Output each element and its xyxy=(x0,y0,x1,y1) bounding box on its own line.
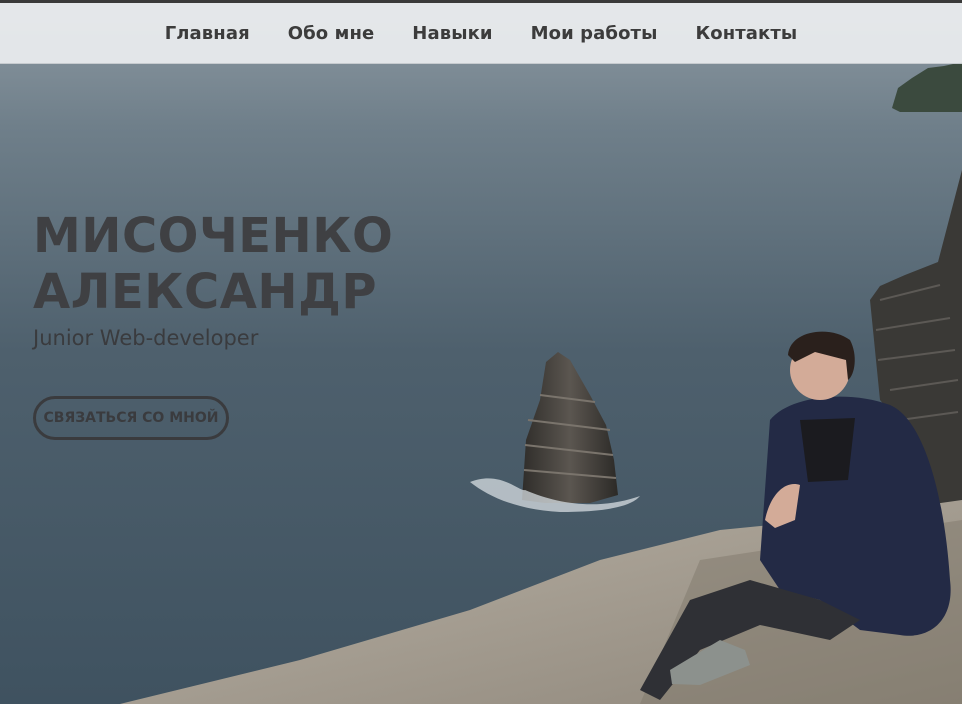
hero-text-block: МИСОЧЕНКО АЛЕКСАНДР Junior Web-developer xyxy=(33,208,393,350)
nav-link-skills[interactable]: Навыки xyxy=(412,23,492,44)
hero-role: Junior Web-developer xyxy=(33,326,259,350)
hero-section xyxy=(0,0,962,704)
nav-link-about[interactable]: Обо мне xyxy=(288,23,375,44)
hero-name-firstname: АЛЕКСАНДР xyxy=(33,264,378,320)
top-navigation-bar: Главная Обо мне Навыки Мои работы Контак… xyxy=(0,0,962,64)
contact-me-button[interactable]: СВЯЗАТЬСЯ СО МНОЙ xyxy=(33,396,229,440)
hero-name-surname: МИСОЧЕНКО xyxy=(33,208,394,264)
nav-link-home[interactable]: Главная xyxy=(165,23,250,44)
nav-link-works[interactable]: Мои работы xyxy=(531,23,658,44)
hero-name: МИСОЧЕНКО АЛЕКСАНДР xyxy=(33,208,393,320)
main-nav: Главная Обо мне Навыки Мои работы Контак… xyxy=(0,3,962,64)
nav-link-contacts[interactable]: Контакты xyxy=(695,23,797,44)
hero-background-photo xyxy=(0,0,962,704)
